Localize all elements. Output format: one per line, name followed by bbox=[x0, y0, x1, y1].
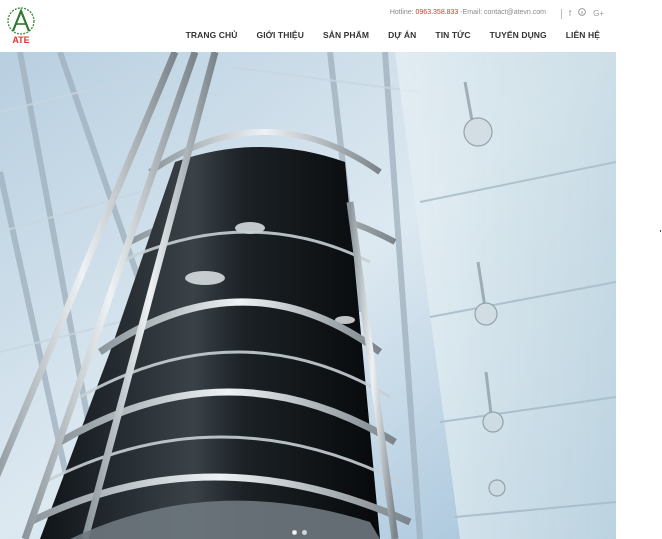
facebook-icon[interactable]: f bbox=[569, 9, 571, 19]
email-text[interactable]: -Email: contact@atevn.com bbox=[460, 9, 546, 16]
slider-dot-1[interactable] bbox=[292, 530, 297, 535]
nav-item-contact[interactable]: LIÊN HỆ bbox=[566, 30, 600, 40]
skype-icon[interactable]: s bbox=[578, 8, 586, 19]
site-logo[interactable]: ATE bbox=[4, 6, 38, 46]
main-nav: TRANG CHỦ GIỚI THIỆU SẢN PHẨM DỰ ÁN TIN … bbox=[186, 30, 600, 40]
social-links: f s G+ bbox=[560, 8, 604, 19]
slider-dot-2[interactable] bbox=[302, 530, 307, 535]
hero-slider[interactable] bbox=[0, 52, 616, 539]
glass-elevator-image bbox=[0, 52, 616, 539]
site-header: ATE Hotline: 0963.358.833 -Email: contac… bbox=[0, 0, 616, 52]
nav-item-projects[interactable]: DỰ ÁN bbox=[388, 30, 416, 40]
google-plus-icon[interactable]: G+ bbox=[593, 9, 604, 19]
slider-pagination bbox=[292, 530, 307, 535]
hotline-number[interactable]: 0963.358.833 bbox=[416, 9, 459, 16]
site: ATE Hotline: 0963.358.833 -Email: contac… bbox=[0, 0, 616, 539]
header-contact: Hotline: 0963.358.833 -Email: contact@at… bbox=[390, 9, 546, 16]
page-edge-mark bbox=[660, 230, 661, 232]
hotline-label: Hotline: bbox=[389, 9, 414, 16]
divider bbox=[560, 8, 562, 19]
nav-item-careers[interactable]: TUYỂN DỤNG bbox=[490, 30, 547, 40]
nav-item-news[interactable]: TIN TỨC bbox=[435, 30, 470, 40]
svg-text:ATE: ATE bbox=[12, 35, 29, 45]
nav-item-home[interactable]: TRANG CHỦ bbox=[186, 30, 238, 40]
nav-item-products[interactable]: SẢN PHẨM bbox=[323, 30, 369, 40]
nav-item-about[interactable]: GIỚI THIỆU bbox=[256, 30, 303, 40]
